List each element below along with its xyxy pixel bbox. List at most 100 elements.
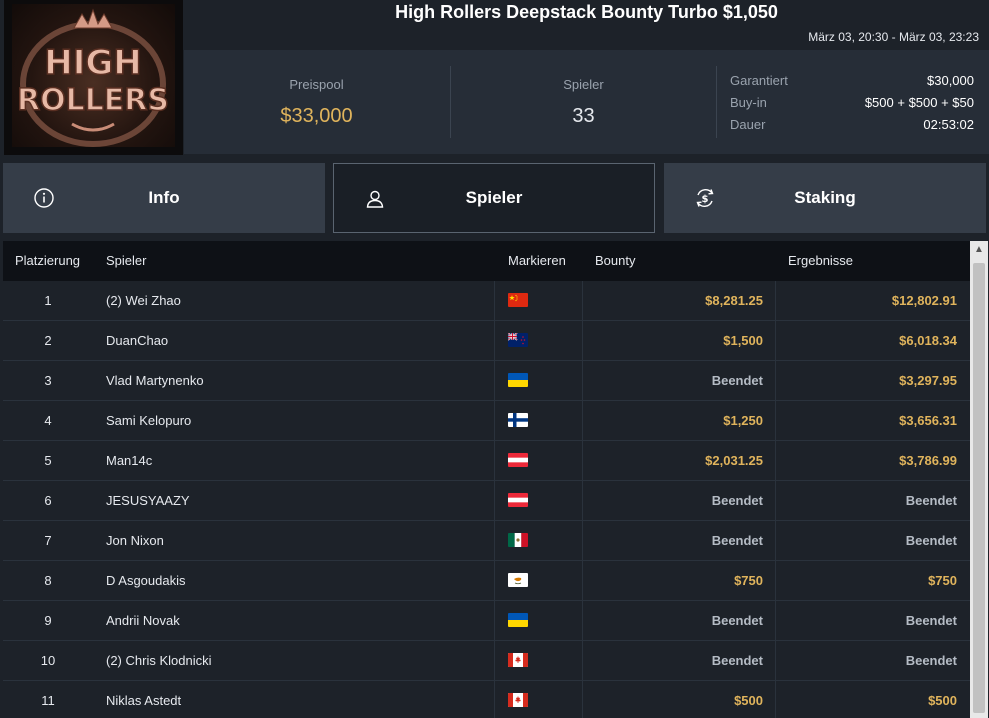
table-row[interactable]: 11 Niklas Astedt $500 $500 — [3, 681, 970, 718]
player-name-cell[interactable]: Niklas Astedt — [106, 681, 181, 718]
player-name-cell[interactable]: JESUSYAAZY — [106, 481, 190, 521]
ukraine-flag-icon — [508, 373, 528, 387]
svg-text:HIGH: HIGH — [44, 43, 141, 83]
stats-panel: Preispool $33,000 Spieler 33 Garantiert … — [184, 50, 989, 154]
finland-flag-icon — [508, 413, 528, 427]
bounty-cell: $500 — [734, 693, 763, 708]
player-name-cell[interactable]: DuanChao — [106, 321, 168, 361]
bounty-cell: Beendet — [711, 533, 763, 548]
prize-pool-label: Preispool — [289, 77, 344, 92]
column-header-mark[interactable]: Markieren — [508, 241, 566, 281]
players-count-block: Spieler 33 — [451, 50, 716, 154]
buyin-label: Buy-in — [730, 95, 767, 110]
player-name-cell[interactable]: Sami Kelopuro — [106, 401, 191, 441]
table-row[interactable]: 8 D Asgoudakis $750 $750 — [3, 561, 970, 601]
column-header-player[interactable]: Spieler — [106, 241, 146, 281]
bounty-cell: $750 — [734, 573, 763, 588]
column-header-bounty[interactable]: Bounty — [595, 241, 635, 281]
result-cell: Beendet — [905, 533, 957, 548]
prize-pool-value: $33,000 — [280, 105, 353, 127]
austria-flag-icon — [508, 453, 528, 467]
result-cell: $3,786.99 — [899, 453, 957, 468]
result-cell: $750 — [928, 573, 957, 588]
table-row[interactable]: 10 (2) Chris Klodnicki Beendet Beendet — [3, 641, 970, 681]
column-divider — [494, 361, 495, 401]
scroll-thumb[interactable] — [973, 263, 985, 713]
table-header: Platzierung Spieler Markieren Bounty Erg… — [3, 241, 970, 281]
svg-text:$: $ — [702, 194, 709, 205]
place-cell: 2 — [44, 333, 52, 348]
result-cell: $500 — [928, 693, 957, 708]
result-cell: $3,656.31 — [899, 413, 957, 428]
player-name-cell[interactable]: (2) Chris Klodnicki — [106, 641, 211, 681]
result-cell: Beendet — [905, 653, 957, 668]
column-header-results[interactable]: Ergebnisse — [788, 241, 853, 281]
table-row[interactable]: 2 DuanChao $1,500 $6,018.34 — [3, 321, 970, 361]
info-icon — [34, 188, 54, 208]
scrollbar[interactable]: ▲ — [970, 241, 988, 718]
player-name-cell[interactable]: D Asgoudakis — [106, 561, 186, 601]
place-cell: 1 — [44, 293, 52, 308]
prize-pool-block: Preispool $33,000 — [184, 50, 449, 154]
result-cell: Beendet — [905, 613, 957, 628]
duration-label: Dauer — [730, 117, 766, 132]
canada-flag-icon — [508, 653, 528, 667]
place-cell: 11 — [41, 693, 55, 708]
cyprus-flag-icon — [508, 573, 528, 587]
tab-info[interactable]: Info — [3, 163, 325, 233]
bounty-cell: Beendet — [711, 653, 763, 668]
column-divider — [494, 641, 495, 681]
place-cell: 7 — [44, 533, 52, 548]
players-count-label: Spieler — [563, 77, 604, 92]
place-cell: 9 — [44, 613, 52, 628]
bounty-cell: $1,500 — [723, 333, 763, 348]
column-divider — [494, 281, 495, 321]
mexico-flag-icon — [508, 533, 528, 547]
divider — [716, 66, 717, 138]
ukraine-flag-icon — [508, 613, 528, 627]
table-row[interactable]: 3 Vlad Martynenko Beendet $3,297.95 — [3, 361, 970, 401]
place-cell: 6 — [44, 493, 52, 508]
austria-flag-icon — [508, 493, 528, 507]
column-header-place[interactable]: Platzierung — [15, 241, 80, 281]
dollar-refresh-icon: $ — [696, 189, 714, 207]
place-cell: 4 — [44, 413, 52, 428]
player-name-cell[interactable]: (2) Wei Zhao — [106, 281, 181, 321]
user-icon — [366, 190, 384, 208]
column-divider — [494, 481, 495, 521]
table-row[interactable]: 4 Sami Kelopuro $1,250 $3,656.31 — [3, 401, 970, 441]
bounty-cell: Beendet — [711, 493, 763, 508]
place-cell: 8 — [44, 573, 52, 588]
column-divider — [494, 401, 495, 441]
title-bar: High Rollers Deepstack Bounty Turbo $1,0… — [184, 0, 989, 24]
tournament-logo: HIGH ROLLERS — [4, 0, 183, 155]
column-divider — [494, 601, 495, 641]
player-name-cell[interactable]: Jon Nixon — [106, 521, 164, 561]
table-row[interactable]: 6 JESUSYAAZY Beendet Beendet — [3, 481, 970, 521]
result-cell: $6,018.34 — [899, 333, 957, 348]
new-zealand-flag-icon — [508, 333, 528, 347]
table-row[interactable]: 9 Andrii Novak Beendet Beendet — [3, 601, 970, 641]
column-divider — [494, 561, 495, 601]
guaranteed-label: Garantiert — [730, 73, 788, 88]
column-divider — [494, 521, 495, 561]
table-row[interactable]: 1 (2) Wei Zhao $8,281.25 $12,802.91 — [3, 281, 970, 321]
players-table: Platzierung Spieler Markieren Bounty Erg… — [3, 241, 970, 718]
scroll-up-icon[interactable]: ▲ — [970, 241, 988, 259]
result-cell: $3,297.95 — [899, 373, 957, 388]
player-name-cell[interactable]: Man14c — [106, 441, 152, 481]
player-name-cell[interactable]: Vlad Martynenko — [106, 361, 204, 401]
table-row[interactable]: 5 Man14c $2,031.25 $3,786.99 — [3, 441, 970, 481]
tab-staking[interactable]: $ Staking — [664, 163, 986, 233]
player-name-cell[interactable]: Andrii Novak — [106, 601, 180, 641]
place-cell: 10 — [40, 653, 56, 668]
svg-text:ROLLERS: ROLLERS — [17, 83, 169, 118]
duration-value: 02:53:02 — [923, 117, 974, 132]
high-rollers-logo-graphic: HIGH ROLLERS — [16, 8, 170, 147]
china-flag-icon — [508, 293, 528, 307]
table-row[interactable]: 7 Jon Nixon Beendet Beendet — [3, 521, 970, 561]
tab-players[interactable]: Spieler — [333, 163, 655, 233]
players-count-value: 33 — [572, 105, 595, 127]
buyin-value: $500 + $500 + $50 — [864, 95, 974, 110]
bounty-cell: Beendet — [711, 613, 763, 628]
